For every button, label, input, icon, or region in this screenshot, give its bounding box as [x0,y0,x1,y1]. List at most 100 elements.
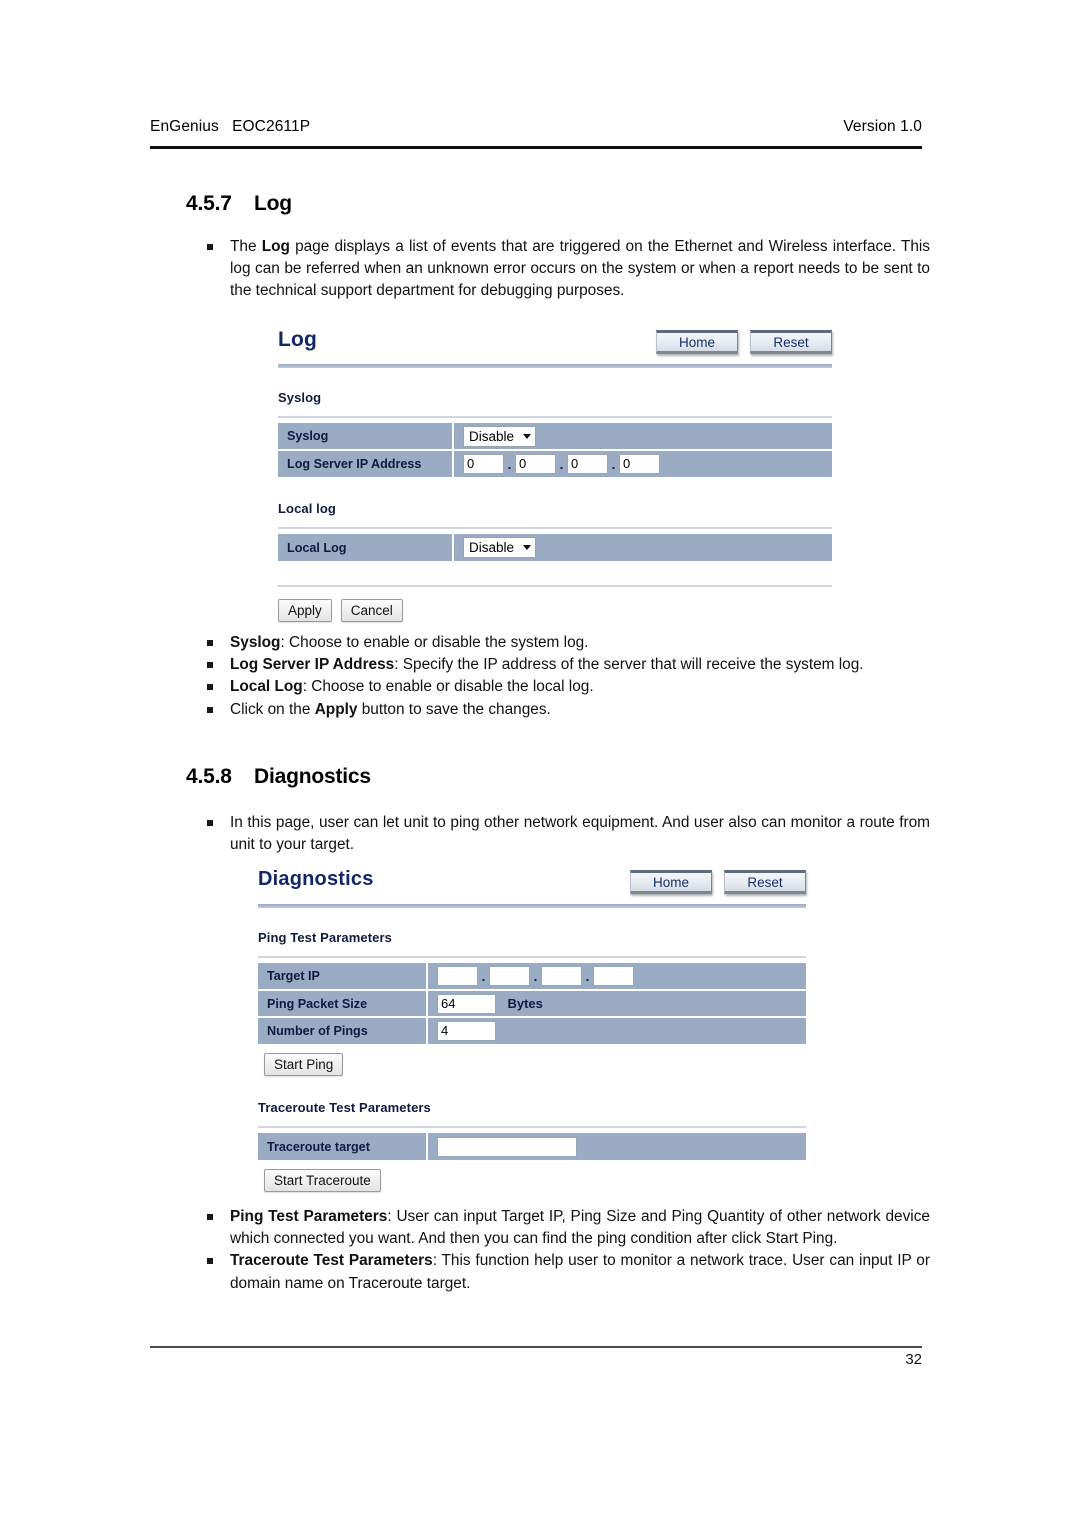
start-ping-button[interactable]: Start Ping [264,1053,344,1076]
document-page: EnGenius EOC2611P Version 1.0 4.5.7 Log T… [0,0,1080,1527]
number-of-pings-input[interactable]: 4 [437,1021,496,1041]
local-log-row-value: Disable [454,534,832,561]
local-log-row-label: Local Log [278,534,452,561]
list-item: Syslog: Choose to enable or disable the … [190,632,930,654]
log-server-ip-value: 0 . 0 . 0 . 0 [454,450,832,477]
target-ip-value: . . . [428,963,806,991]
target-ip-group: . . . [437,966,806,986]
table-row: Syslog Disable [278,423,832,451]
traceroute-parameters-table: Traceroute target [258,1133,806,1160]
log-server-ip-label: Log Server IP Address [278,450,452,477]
ip-separator-dot: . [533,968,538,984]
traceroute-target-label: Traceroute target [258,1133,426,1160]
section-title-log: Log [254,192,292,215]
list-item: Ping Test Parameters: User can input Tar… [190,1206,930,1250]
cancel-button[interactable]: Cancel [340,599,403,622]
footer-divider [150,1346,922,1348]
log-description-bullets: Syslog: Choose to enable or disable the … [190,632,930,721]
syslog-select[interactable]: Disable [463,425,537,447]
target-ip-octet-1[interactable] [437,966,478,986]
ip-separator-dot: . [507,456,512,472]
bullet-rest: : Choose to enable or disable the local … [302,678,594,696]
list-item: Traceroute Test Parameters: This functio… [190,1250,930,1294]
list-item: Click on the Apply button to save the ch… [190,699,930,721]
syslog-section-divider [278,416,832,418]
apply-button[interactable]: Apply [278,599,332,622]
section-heading-diagnostics: 4.5.8 Diagnostics [186,765,371,789]
table-row: Number of Pings 4 [258,1017,806,1044]
header-product-name: EnGenius EOC2611P [150,118,311,135]
ping-parameters-table: Target IP . . . Ping Packet Size 64 Byte… [258,963,806,1044]
diagnostics-panel-title-divider [258,904,806,908]
bullet-rest: : Specify the IP address of the server t… [394,656,864,674]
ping-packet-size-input[interactable]: 64 [437,993,496,1014]
diagnostics-intro-bullets: In this page, user can let unit to ping … [190,812,930,856]
list-item: Local Log: Choose to enable or disable t… [190,676,930,698]
diagnostics-panel-title: Diagnostics [258,868,374,890]
table-row: Traceroute target [258,1133,806,1160]
log-server-ip-octet-4[interactable]: 0 [619,454,660,474]
number-of-pings-label: Number of Pings [258,1017,426,1044]
ping-action-buttons: Start Ping [258,1053,806,1076]
header-version: Version 1.0 [843,118,922,135]
diagnostics-intro-text: In this page, user can let unit to ping … [190,812,930,856]
home-button[interactable]: Home [630,870,712,894]
local-log-section-label: Local log [278,501,336,516]
reset-button[interactable]: Reset [750,330,832,354]
section-title-diagnostics: Diagnostics [254,765,371,788]
traceroute-target-value [428,1133,806,1160]
local-log-select[interactable]: Disable [463,537,537,558]
diagnostics-panel-titlebar: Diagnostics Home Reset [258,868,806,902]
log-intro-text: The Log page displays a list of events t… [190,236,930,303]
bullet-bold-local-log: Local Log [230,678,303,696]
home-button[interactable]: Home [656,330,738,354]
bullet-rest: : Choose to enable or disable the system… [280,634,589,651]
local-log-settings-table: Local Log Disable [278,534,832,561]
syslog-row-label: Syslog [278,423,452,451]
target-ip-octet-3[interactable] [541,966,582,986]
section-number-458: 4.5.8 [186,765,232,788]
start-traceroute-button[interactable]: Start Traceroute [264,1169,381,1192]
running-header: EnGenius EOC2611P Version 1.0 [150,118,922,136]
traceroute-action-buttons: Start Traceroute [258,1169,806,1192]
diagnostics-panel-buttons: Home Reset [630,870,806,894]
ip-separator-dot: . [585,968,590,984]
section-heading-log: 4.5.7 Log [186,192,292,216]
chevron-down-icon [523,433,532,439]
log-action-buttons: Apply Cancel [278,599,832,622]
syslog-row-value: Disable [454,423,832,451]
ping-test-parameters-label: Ping Test Parameters [258,930,392,945]
local-log-select-value: Disable [469,540,515,555]
syslog-settings-table: Syslog Disable Log Server IP Address 0 . [278,423,832,477]
diagnostics-description-bullets: Ping Test Parameters: User can input Tar… [190,1206,930,1295]
syslog-select-value: Disable [469,428,515,444]
log-panel-title-divider [278,364,832,368]
ip-separator-dot: . [611,456,616,472]
ip-separator-dot: . [559,456,564,472]
number-of-pings-value: 4 [428,1017,806,1044]
table-row: Local Log Disable [278,534,832,561]
list-item: Log Server IP Address: Specify the IP ad… [190,654,930,676]
traceroute-test-parameters-label: Traceroute Test Parameters [258,1100,431,1115]
traceroute-target-input[interactable] [437,1136,577,1157]
ping-packet-size-label: Ping Packet Size [258,990,426,1018]
log-server-ip-octet-3[interactable]: 0 [567,454,608,474]
table-row: Log Server IP Address 0 . 0 . 0 . 0 [278,450,832,477]
target-ip-octet-2[interactable] [489,966,530,986]
ping-packet-size-unit: Bytes [507,995,543,1011]
log-actions-divider [278,585,832,587]
log-server-ip-octet-1[interactable]: 0 [463,454,504,474]
target-ip-octet-4[interactable] [593,966,634,986]
diagnostics-ui-panel: Diagnostics Home Reset Ping Test Paramet… [258,868,806,1192]
reset-button[interactable]: Reset [724,870,806,894]
chevron-down-icon [523,545,532,550]
bullet-rest: button to save the changes. [357,700,551,718]
bullet-bold-traceroute-test-parameters: Traceroute Test Parameters [230,1252,433,1270]
log-panel-buttons: Home Reset [656,330,832,354]
table-row: Target IP . . . [258,963,806,991]
log-server-ip-octet-2[interactable]: 0 [515,454,556,474]
log-server-ip-group: 0 . 0 . 0 . 0 [463,454,832,474]
ping-packet-size-value: 64 Bytes [428,990,806,1018]
target-ip-label: Target IP [258,963,426,991]
bullet-bold-syslog: Syslog [230,634,281,651]
